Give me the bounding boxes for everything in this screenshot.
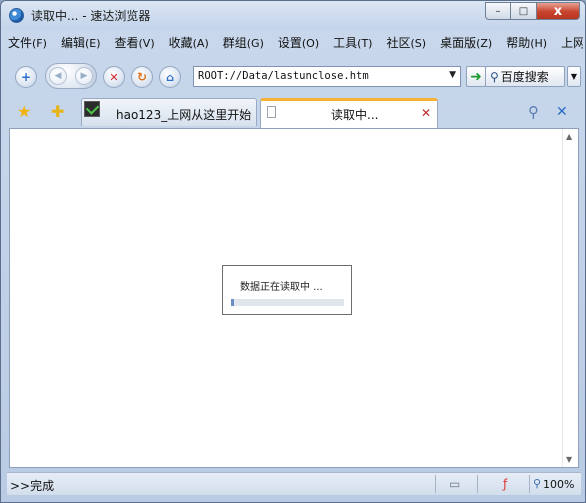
navigation-bar: + ◀ ▶ ✕ ↻ ⌂ ROOT://Data/lastunclose.htm … [7,61,581,91]
chevron-down-icon: ▼ [570,72,578,81]
menu-groups[interactable]: 群组(G) [222,34,265,51]
page-icon [267,106,276,118]
home-button[interactable]: ⌂ [159,66,181,88]
home-icon: ⌂ [166,70,174,84]
refresh-icon: ↻ [136,70,148,84]
loading-progress-fill [231,299,235,306]
search-button[interactable]: ⚲ 百度搜索 [485,66,565,87]
menu-bar: 文件(F) 编辑(E) 查看(V) 收藏(A) 群组(G) 设置(O) 工具(T… [7,31,583,53]
refresh-button[interactable]: ↻ [131,66,153,88]
status-divider [477,475,478,493]
scroll-down-icon[interactable]: ▼ [566,455,572,464]
back-button[interactable]: ◀ [49,67,67,85]
vertical-scrollbar[interactable]: ▲ ▼ [562,129,578,467]
scroll-up-icon[interactable]: ▲ [566,132,572,141]
menu-file[interactable]: 文件(F) [7,34,48,51]
plus-icon: + [20,70,32,84]
menu-help[interactable]: 帮助(H) [505,34,548,51]
menu-view[interactable]: 查看(V) [114,34,156,51]
status-text: >>完成 [10,479,55,493]
tab-label: hao123_上网从这里开始 [116,108,252,122]
window-title: 读取中... - 速达浏览器 [31,9,151,23]
search-engine-dropdown[interactable]: ▼ [567,66,581,87]
close-tabbar-icon[interactable]: ✕ [556,104,568,120]
address-bar[interactable]: ROOT://Data/lastunclose.htm ▼ [193,66,461,87]
maximize-button[interactable]: □ [511,2,537,20]
page-view-icon[interactable]: ▭ [449,477,460,491]
tab-hao123[interactable]: hao123_上网从这里开始 [81,98,257,126]
window-controls: – □ x [485,2,580,21]
browser-logo-icon [9,8,24,23]
search-icon: ⚲ [490,69,499,84]
close-window-button[interactable]: x [537,2,580,20]
tab-loading[interactable]: 读取中... ✕ [260,98,438,128]
search-engine-label: 百度搜索 [500,70,549,84]
loading-text: 数据正在读取中 ... [240,282,323,293]
tab-label: 读取中... [331,108,379,122]
status-bar: >>完成 ▭ ƒ ⚲ 100% [7,472,581,495]
address-input[interactable]: ROOT://Data/lastunclose.htm [198,70,369,82]
new-page-button[interactable]: + [15,66,37,88]
go-button[interactable]: ➜ [466,66,486,87]
page-content: 数据正在读取中 ... ▲ ▼ [9,128,579,468]
stop-button[interactable]: ✕ [103,66,125,88]
loading-dialog: 数据正在读取中 ... [222,265,352,315]
stop-x-icon: ✕ [109,70,119,84]
close-tab-icon[interactable]: ✕ [421,106,431,120]
browser-window: 读取中... - 速达浏览器 – □ x 文件(F) 编辑(E) 查看(V) 收… [0,0,586,503]
menu-online[interactable]: 上网 [560,34,583,51]
menu-edit[interactable]: 编辑(E) [60,34,102,51]
tab-bar: ★ ✚ hao123_上网从这里开始 读取中... ✕ ⚲ ✕ [1,96,585,128]
back-arrow-icon: ◀ [54,71,62,81]
go-arrow-icon: ➜ [470,68,482,85]
find-magnifier-icon[interactable]: ⚲ [528,104,539,120]
menu-community[interactable]: 社区(S) [385,34,427,51]
back-forward-group: ◀ ▶ [45,63,97,89]
minimize-button[interactable]: – [485,2,511,20]
zoom-level[interactable]: 100% [543,478,574,491]
menu-desktop[interactable]: 桌面版(Z) [439,34,493,51]
forward-arrow-icon: ▶ [80,71,88,81]
add-favorite-icon[interactable]: ✚ [51,104,64,120]
hao123-favicon-icon [84,101,100,117]
forward-button[interactable]: ▶ [75,67,93,85]
favorites-star-icon[interactable]: ★ [17,104,31,120]
zoom-icon[interactable]: ⚲ [533,477,541,490]
address-dropdown-icon[interactable]: ▼ [449,70,456,80]
status-divider [435,475,436,493]
menu-settings[interactable]: 设置(O) [277,34,320,51]
loading-progress-bar [231,299,344,306]
menu-tools[interactable]: 工具(T) [332,34,373,51]
flash-icon[interactable]: ƒ [503,477,507,491]
status-divider [529,475,530,493]
menu-favorites[interactable]: 收藏(A) [168,34,210,51]
title-bar: 读取中... - 速达浏览器 – □ x [1,1,585,29]
